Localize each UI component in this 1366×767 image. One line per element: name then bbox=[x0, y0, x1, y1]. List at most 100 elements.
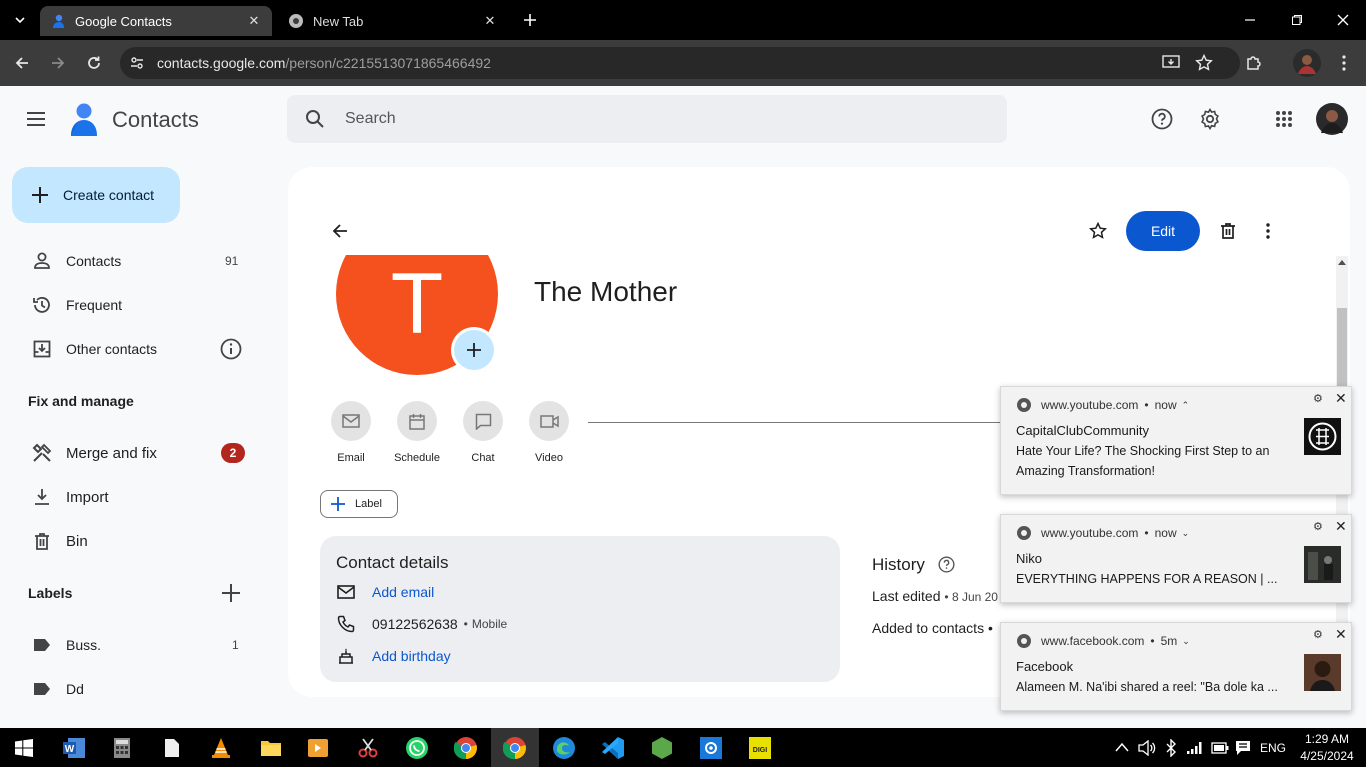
star-button[interactable] bbox=[1084, 217, 1112, 245]
sidebar-item-frequent[interactable]: Frequent bbox=[0, 287, 270, 323]
calculator-taskbar-icon[interactable] bbox=[108, 734, 136, 762]
minimize-icon bbox=[1245, 19, 1255, 21]
help-icon[interactable] bbox=[938, 556, 955, 573]
close-window-button[interactable] bbox=[1329, 6, 1357, 34]
media-player-taskbar-icon[interactable] bbox=[304, 734, 332, 762]
file-explorer-taskbar-icon[interactable] bbox=[257, 734, 285, 762]
vscode-taskbar-icon[interactable] bbox=[599, 734, 627, 762]
profile-button[interactable] bbox=[1293, 49, 1321, 77]
gear-icon[interactable]: ⚙ bbox=[1313, 520, 1323, 533]
more-actions-button[interactable] bbox=[1254, 217, 1282, 245]
last-edited-label: Last edited bbox=[872, 588, 941, 604]
notification-facebook[interactable]: www.facebook.com • 5m ⌄ ⚙ ✕ Facebook Alam… bbox=[1000, 622, 1352, 711]
notification-time: now bbox=[1154, 398, 1177, 412]
scrollbar-thumb[interactable] bbox=[1337, 308, 1347, 388]
chrome-active-taskbar-icon[interactable] bbox=[501, 734, 529, 762]
schedule-action[interactable]: Schedule bbox=[387, 401, 447, 464]
sidebar-item-label-buss[interactable]: Buss. 1 bbox=[0, 627, 270, 663]
address-bar[interactable]: contacts.google.com/person/c221551307186… bbox=[120, 47, 1240, 79]
tab-search-button[interactable] bbox=[6, 6, 34, 34]
language-indicator[interactable]: ENG bbox=[1260, 741, 1286, 755]
battery-icon[interactable] bbox=[1211, 742, 1229, 754]
scroll-up-icon[interactable] bbox=[1338, 259, 1346, 265]
reload-button[interactable] bbox=[80, 49, 108, 77]
forward-button[interactable] bbox=[44, 49, 72, 77]
search-bar[interactable]: Search bbox=[287, 95, 1007, 143]
chrome-taskbar-icon[interactable] bbox=[452, 734, 480, 762]
close-icon[interactable]: ✕ bbox=[1335, 390, 1347, 407]
word-taskbar-icon[interactable]: W bbox=[60, 734, 88, 762]
birthday-row[interactable]: Add birthday bbox=[336, 644, 451, 668]
account-avatar-button[interactable] bbox=[1316, 103, 1348, 135]
settings-taskbar-icon[interactable] bbox=[697, 734, 725, 762]
url-text: contacts.google.com/person/c221551307186… bbox=[157, 55, 491, 71]
main-menu-button[interactable] bbox=[22, 105, 50, 133]
close-tab-icon[interactable]: ✕ bbox=[482, 13, 498, 29]
added-to-contacts: Added to contacts • bbox=[872, 620, 993, 636]
whatsapp-icon bbox=[406, 737, 428, 759]
video-action[interactable]: Video bbox=[519, 401, 579, 464]
snipping-tool-taskbar-icon[interactable] bbox=[354, 734, 382, 762]
chrome-menu-button[interactable] bbox=[1330, 49, 1358, 77]
sidebar-item-import[interactable]: Import bbox=[0, 479, 270, 515]
chat-action[interactable]: Chat bbox=[453, 401, 513, 464]
sidebar-item-label-dd[interactable]: Dd bbox=[0, 671, 270, 707]
sidebar-item-contacts[interactable]: Contacts 91 bbox=[0, 243, 270, 279]
notification-source: www.facebook.com • 5m ⌄ bbox=[1016, 633, 1190, 649]
new-tab-button[interactable] bbox=[516, 6, 544, 34]
install-app-icon[interactable] bbox=[1162, 55, 1180, 71]
minimize-button[interactable] bbox=[1236, 6, 1264, 34]
add-label-button[interactable]: Label bbox=[320, 490, 398, 518]
edit-button[interactable]: Edit bbox=[1126, 211, 1200, 251]
tab-new-tab[interactable]: New Tab ✕ bbox=[278, 6, 508, 36]
edge-taskbar-icon[interactable] bbox=[550, 734, 578, 762]
close-icon[interactable]: ✕ bbox=[1335, 626, 1347, 643]
volume-icon[interactable] bbox=[1138, 740, 1156, 756]
extensions-button[interactable] bbox=[1240, 49, 1268, 77]
sidebar-item-bin[interactable]: Bin bbox=[0, 523, 270, 559]
node-taskbar-icon[interactable] bbox=[648, 734, 676, 762]
url-path: /person/c2215513071865466492 bbox=[285, 55, 491, 71]
start-button[interactable] bbox=[10, 734, 38, 762]
chevron-up-icon[interactable] bbox=[1115, 742, 1129, 752]
star-icon bbox=[1089, 222, 1107, 239]
delete-button[interactable] bbox=[1214, 217, 1242, 245]
google-apps-button[interactable] bbox=[1270, 105, 1298, 133]
close-tab-icon[interactable]: ✕ bbox=[246, 13, 262, 29]
bluetooth-icon[interactable] bbox=[1165, 739, 1177, 757]
add-photo-button[interactable] bbox=[451, 327, 497, 373]
add-email-link[interactable]: Add email bbox=[372, 584, 434, 600]
close-icon[interactable]: ✕ bbox=[1335, 518, 1347, 535]
add-label-icon[interactable] bbox=[221, 583, 241, 603]
chrome-icon bbox=[1017, 634, 1031, 648]
file-taskbar-icon[interactable] bbox=[158, 734, 186, 762]
site-settings-icon[interactable] bbox=[130, 56, 144, 70]
add-birthday-link[interactable]: Add birthday bbox=[372, 648, 451, 664]
tab-google-contacts[interactable]: Google Contacts ✕ bbox=[40, 6, 272, 36]
gear-icon[interactable]: ⚙ bbox=[1313, 392, 1323, 405]
digi-taskbar-icon[interactable]: DIGI bbox=[746, 734, 774, 762]
sidebar-item-merge-and-fix[interactable]: Merge and fix 2 bbox=[0, 435, 270, 471]
bookmark-star-icon[interactable] bbox=[1195, 54, 1213, 72]
cake-icon bbox=[336, 646, 356, 666]
create-contact-button[interactable]: Create contact bbox=[12, 167, 180, 223]
notification-youtube-1[interactable]: www.youtube.com • now ⌃ ⚙ ✕ CapitalClubCo… bbox=[1000, 386, 1352, 495]
vlc-taskbar-icon[interactable] bbox=[207, 734, 235, 762]
notification-youtube-2[interactable]: www.youtube.com • now ⌄ ⚙ ✕ Niko EVERYTHI… bbox=[1000, 514, 1352, 603]
search-input[interactable]: Search bbox=[345, 110, 396, 128]
signal-icon[interactable] bbox=[1186, 741, 1204, 755]
clock[interactable]: 1:29 AM 4/25/2024 bbox=[1296, 731, 1358, 765]
tab-label: New Tab bbox=[313, 13, 364, 29]
notification-center-icon[interactable] bbox=[1235, 740, 1251, 756]
email-action[interactable]: Email bbox=[321, 401, 381, 464]
help-button[interactable] bbox=[1148, 105, 1176, 133]
back-to-list-button[interactable] bbox=[326, 217, 354, 245]
settings-button[interactable] bbox=[1196, 105, 1224, 133]
whatsapp-taskbar-icon[interactable] bbox=[403, 734, 431, 762]
email-row[interactable]: Add email bbox=[336, 580, 434, 604]
gear-icon[interactable]: ⚙ bbox=[1313, 628, 1323, 641]
info-icon[interactable] bbox=[220, 338, 242, 360]
phone-row[interactable]: 09122562638 • Mobile bbox=[336, 612, 507, 636]
back-button[interactable] bbox=[8, 49, 36, 77]
restore-button[interactable] bbox=[1283, 6, 1311, 34]
